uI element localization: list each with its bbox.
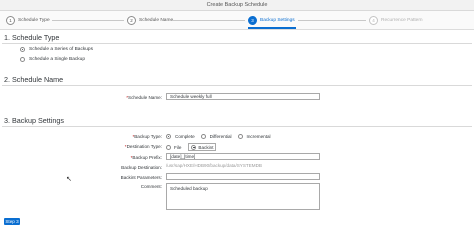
section-title-schedule-type: 1. Schedule Type: [4, 33, 60, 42]
label-text: Schedule Name:: [128, 95, 162, 100]
step-connector: [52, 20, 124, 21]
radio-selected-icon: [20, 47, 25, 52]
wizard-step-schedule-type[interactable]: 1 Schedule Type: [6, 11, 50, 29]
radio-label: Backint: [198, 144, 214, 150]
radio-label: Differential: [209, 134, 232, 139]
label-text: Backup Prefix:: [132, 155, 162, 160]
divider: [2, 43, 472, 44]
wizard-progress: 1 Schedule Type 2 Schedule Name 3 Backup…: [0, 11, 474, 30]
radio-label: Incremental: [246, 134, 271, 139]
step-label: Schedule Name: [139, 17, 174, 23]
radio-backint[interactable]: Backint: [188, 143, 217, 151]
destination-type-label: *Destination Type:: [2, 144, 162, 149]
step-label: Backup Settings: [260, 17, 295, 23]
step-number: 3: [248, 15, 257, 25]
step-button[interactable]: Step 3: [4, 218, 20, 225]
step-number: 4: [369, 15, 378, 25]
radio-label: Complete: [175, 134, 195, 139]
backup-destination-label: Backup Destination:: [121, 165, 162, 170]
step-number: 1: [6, 15, 15, 25]
mouse-cursor-icon: ↖: [66, 176, 72, 183]
radio-incremental[interactable]: Incremental: [237, 134, 271, 139]
schedule-name-label: *Schedule Name:: [2, 95, 162, 100]
step-label: Recurrence Pattern: [381, 17, 423, 23]
window-title: Create Backup Schedule: [0, 0, 474, 11]
step-number: 2: [127, 15, 136, 25]
radio-unselected-icon: [237, 134, 243, 139]
active-step-indicator: [248, 27, 296, 29]
radio-unselected-icon: [20, 57, 25, 62]
radio-unselected-icon: [166, 144, 171, 150]
radio-selected-icon: [166, 134, 171, 139]
backup-prefix-input[interactable]: [date]_[time]: [166, 153, 320, 160]
wizard-step-recurrence-pattern: 4 Recurrence Pattern: [369, 11, 423, 29]
comment-label: Comment:: [140, 184, 162, 189]
backup-type-radio-group: Complete Differential Incremental: [166, 134, 277, 139]
radio-selected-icon: [191, 144, 197, 150]
step-label: Schedule Type: [18, 17, 50, 23]
section-title-backup-settings: 3. Backup Settings: [4, 116, 64, 125]
comment-textarea[interactable]: Scheduled backup: [166, 183, 320, 210]
wizard-step-schedule-name[interactable]: 2 Schedule Name: [127, 11, 173, 29]
radio-label: Schedule a Series of Backups: [29, 47, 93, 52]
radio-label: Schedule a Single Backup: [29, 57, 86, 62]
backup-type-label: *Backup Type:: [2, 134, 162, 139]
radio-differential[interactable]: Differential: [200, 134, 232, 139]
section-title-schedule-name: 2. Schedule Name: [4, 75, 64, 84]
backup-destination-value: /usr/sap/HXE/HDB90/backup/data/SYSTEMDB: [166, 163, 320, 170]
backint-parameters-input[interactable]: [166, 173, 320, 180]
divider: [2, 85, 472, 86]
radio-label: File: [174, 144, 182, 150]
radio-complete[interactable]: Complete: [166, 134, 195, 139]
label-text: Backup Type:: [134, 134, 162, 139]
step-connector: [172, 20, 245, 21]
destination-type-radio-group: File Backint: [166, 143, 217, 151]
radio-unselected-icon: [200, 134, 206, 139]
schedule-name-input[interactable]: Schedule weekly full: [166, 93, 320, 100]
divider: [2, 126, 472, 127]
radio-single-backup[interactable]: Schedule a Single Backup: [20, 57, 85, 62]
step-connector: [298, 20, 366, 21]
backint-parameters-label: Backint Parameters:: [120, 175, 162, 180]
label-text: Destination Type:: [126, 144, 162, 149]
radio-series-of-backups[interactable]: Schedule a Series of Backups: [20, 47, 93, 52]
backup-prefix-label: *Backup Prefix:: [2, 155, 162, 160]
radio-file[interactable]: File: [166, 144, 182, 150]
